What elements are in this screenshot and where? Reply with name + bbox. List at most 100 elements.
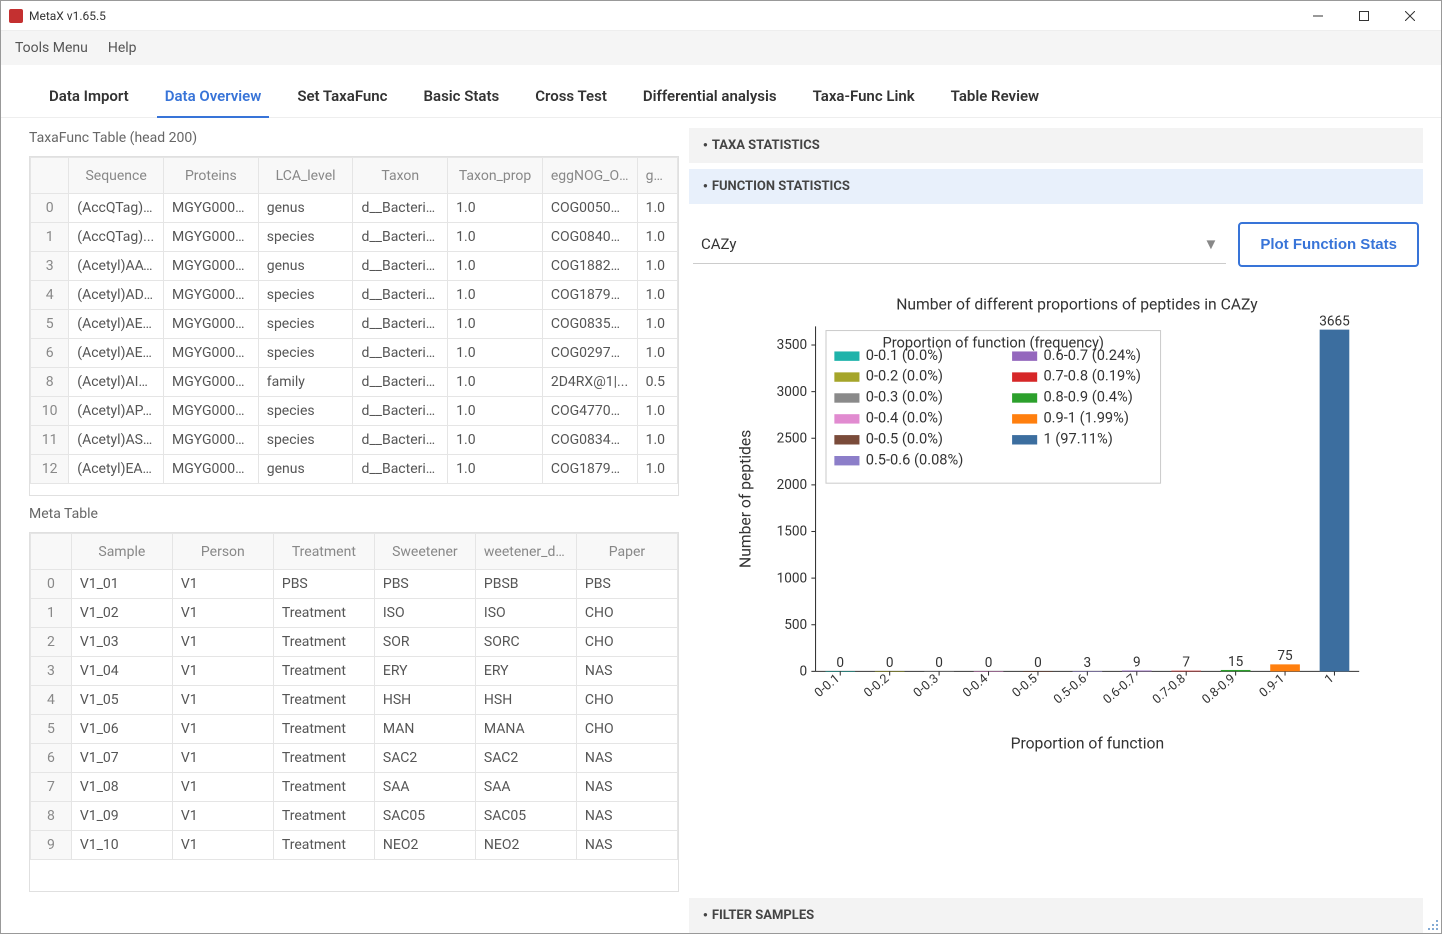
tab-basic-stats[interactable]: Basic Stats (405, 75, 517, 117)
tab-differential-analysis[interactable]: Differential analysis (625, 75, 795, 117)
svg-text:0.6-0.7 (0.24%): 0.6-0.7 (0.24%) (1043, 346, 1141, 364)
close-button[interactable] (1387, 1, 1433, 31)
menu-tools[interactable]: Tools Menu (5, 36, 98, 60)
column-header[interactable]: gNO (637, 158, 677, 194)
chart-area: Number of different proportions of pepti… (689, 285, 1423, 892)
table-row[interactable]: 8(Acetyl)AIA...MGYG0000...familyd__Bacte… (31, 368, 678, 397)
table-row[interactable]: 3(Acetyl)AAV...MGYG0000...genusd__Bacter… (31, 252, 678, 281)
svg-text:3000: 3000 (777, 384, 808, 400)
resize-grip[interactable] (1425, 917, 1439, 931)
table-row[interactable]: 6V1_07V1TreatmentSAC2SAC2NAS (31, 744, 678, 773)
table-row[interactable]: 11(Acetyl)ASD...MGYG0000...speciesd__Bac… (31, 426, 678, 455)
column-header[interactable]: Sweetener (374, 534, 475, 570)
table-row[interactable]: 4V1_05V1TreatmentHSHHSHCHO (31, 686, 678, 715)
column-header[interactable]: weetener_deta (475, 534, 576, 570)
svg-text:15: 15 (1228, 654, 1244, 670)
svg-text:75: 75 (1277, 648, 1293, 664)
svg-text:3500: 3500 (777, 337, 808, 353)
titlebar: MetaX v1.65.5 (1, 1, 1441, 31)
tab-table-review[interactable]: Table Review (933, 75, 1057, 117)
table-row[interactable]: 1(AccQTag)...MGYG0000...speciesd__Bacter… (31, 223, 678, 252)
svg-text:7: 7 (1182, 655, 1190, 671)
tab-set-taxafunc[interactable]: Set TaxaFunc (279, 75, 405, 117)
plot-function-stats-button[interactable]: Plot Function Stats (1238, 222, 1419, 267)
meta-label: Meta Table (29, 504, 679, 524)
svg-text:0.5-0.6: 0.5-0.6 (1051, 671, 1090, 707)
table-row[interactable]: 9V1_10V1TreatmentNEO2NEO2NAS (31, 831, 678, 860)
svg-text:0-0.5: 0-0.5 (1009, 671, 1040, 700)
svg-text:0-0.4: 0-0.4 (960, 671, 991, 700)
tab-data-overview[interactable]: Data Overview (147, 75, 280, 117)
svg-text:0-0.2 (0.0%): 0-0.2 (0.0%) (866, 367, 943, 385)
svg-text:0-0.3: 0-0.3 (911, 671, 942, 700)
minimize-button[interactable] (1295, 1, 1341, 31)
svg-text:Number of peptides: Number of peptides (736, 430, 755, 568)
table-row[interactable]: 1V1_02V1TreatmentISOISOCHO (31, 599, 678, 628)
taxafunc-label: TaxaFunc Table (head 200) (29, 128, 679, 148)
svg-text:0: 0 (886, 655, 894, 671)
table-row[interactable]: 6(Acetyl)AEV...MGYG0000...speciesd__Bact… (31, 339, 678, 368)
svg-text:500: 500 (784, 617, 807, 633)
app-window: MetaX v1.65.5 Tools Menu Help Data Impor… (0, 0, 1442, 934)
menubar: Tools Menu Help (1, 31, 1441, 65)
function-select[interactable]: CAZy ▼ (693, 225, 1226, 264)
svg-text:Number of different proportion: Number of different proportions of pepti… (896, 295, 1258, 314)
column-header[interactable]: Proteins (164, 158, 259, 194)
function-controls: CAZy ▼ Plot Function Stats (689, 210, 1423, 279)
svg-text:2500: 2500 (777, 430, 808, 446)
svg-text:Proportion of function: Proportion of function (1011, 734, 1165, 753)
table-row[interactable]: 0V1_01V1PBSPBSPBSBPBS (31, 570, 678, 599)
svg-text:1 (97.11%): 1 (97.11%) (1043, 429, 1112, 447)
column-header[interactable]: Sample (71, 534, 172, 570)
maximize-button[interactable] (1341, 1, 1387, 31)
table-row[interactable]: 5(Acetyl)AEK...MGYG0000...speciesd__Bact… (31, 310, 678, 339)
svg-text:0.9-1: 0.9-1 (1257, 671, 1288, 700)
table-row[interactable]: 2V1_03V1TreatmentSORSORCCHO (31, 628, 678, 657)
table-row[interactable]: 7V1_08V1TreatmentSAASAANAS (31, 773, 678, 802)
column-header[interactable]: LCA_level (258, 158, 353, 194)
svg-text:0.6-0.7: 0.6-0.7 (1100, 671, 1139, 707)
column-header[interactable]: Person (172, 534, 273, 570)
accordion-taxa-stats[interactable]: TAXA STATISTICS (689, 128, 1423, 163)
svg-text:0-0.4 (0.0%): 0-0.4 (0.0%) (866, 409, 943, 427)
svg-text:0: 0 (1034, 655, 1042, 671)
table-row[interactable]: 4(Acetyl)ADA...MGYG0000...speciesd__Bact… (31, 281, 678, 310)
select-value: CAZy (701, 235, 736, 253)
svg-text:0: 0 (935, 655, 943, 671)
svg-text:0.8-0.9 (0.4%): 0.8-0.9 (0.4%) (1043, 388, 1132, 406)
table-row[interactable]: 5V1_06V1TreatmentMANMANACHO (31, 715, 678, 744)
svg-text:0: 0 (836, 655, 844, 671)
column-header[interactable]: Treatment (273, 534, 374, 570)
tab-data-import[interactable]: Data Import (31, 75, 147, 117)
column-header[interactable]: Sequence (69, 158, 164, 194)
menu-help[interactable]: Help (98, 36, 147, 60)
table-row[interactable]: 10(Acetyl)APA...MGYG0000...speciesd__Bac… (31, 397, 678, 426)
svg-text:9: 9 (1133, 654, 1141, 670)
left-column: TaxaFunc Table (head 200) SequenceProtei… (29, 128, 679, 933)
svg-text:3665: 3665 (1319, 313, 1350, 329)
body: TaxaFunc Table (head 200) SequenceProtei… (1, 118, 1441, 933)
svg-text:3: 3 (1084, 655, 1092, 671)
table-row[interactable]: 0(AccQTag)D...MGYG0000...genusd__Bacteri… (31, 194, 678, 223)
window-controls (1295, 1, 1433, 31)
taxafunc-table[interactable]: SequenceProteinsLCA_levelTaxonTaxon_prop… (29, 156, 679, 496)
svg-text:0.7-0.8 (0.19%): 0.7-0.8 (0.19%) (1043, 367, 1141, 385)
table-row[interactable]: 3V1_04V1TreatmentERYERYNAS (31, 657, 678, 686)
column-header[interactable]: eggNOG_OGs (542, 158, 637, 194)
svg-text:1500: 1500 (777, 524, 808, 540)
chevron-down-icon: ▼ (1203, 235, 1218, 253)
column-header[interactable]: Paper (576, 534, 677, 570)
app-icon (9, 9, 23, 23)
svg-text:0.9-1 (1.99%): 0.9-1 (1.99%) (1043, 409, 1129, 427)
meta-table[interactable]: SamplePersonTreatmentSweetenerweetener_d… (29, 532, 679, 892)
tab-cross-test[interactable]: Cross Test (517, 75, 625, 117)
svg-text:0.5-0.6 (0.08%): 0.5-0.6 (0.08%) (866, 450, 964, 468)
tab-taxa-func-link[interactable]: Taxa-Func Link (795, 75, 933, 117)
tabs: Data ImportData OverviewSet TaxaFuncBasi… (1, 65, 1441, 118)
column-header[interactable]: Taxon (353, 158, 448, 194)
table-row[interactable]: 8V1_09V1TreatmentSAC05SAC05NAS (31, 802, 678, 831)
accordion-filter-samples[interactable]: FILTER SAMPLES (689, 898, 1423, 933)
table-row[interactable]: 12(Acetyl)EAD...MGYG0000...genusd__Bacte… (31, 455, 678, 484)
column-header[interactable]: Taxon_prop (448, 158, 543, 194)
accordion-function-stats[interactable]: FUNCTION STATISTICS (689, 169, 1423, 204)
